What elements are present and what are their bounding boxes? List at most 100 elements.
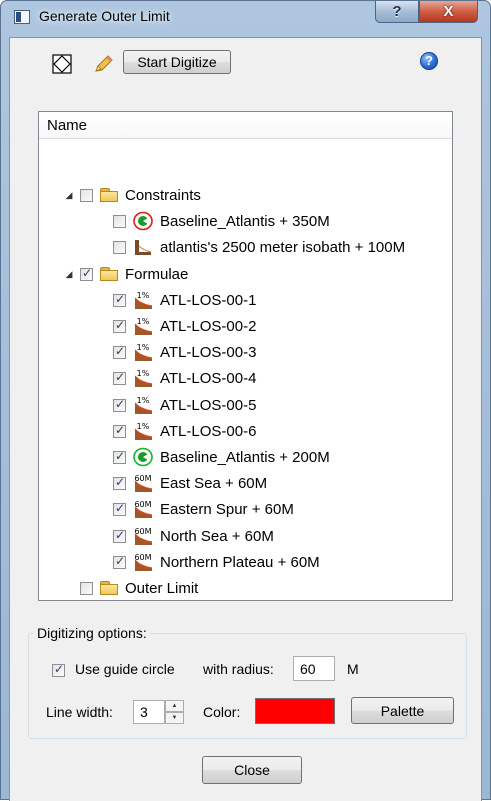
item-checkbox[interactable] [113,423,126,438]
item-checkbox[interactable] [113,501,126,516]
tree-item-row[interactable]: 60M East Sea + 60M [113,470,267,496]
expander-placeholder [64,583,74,593]
group-checkbox[interactable] [80,188,93,202]
formula-percent-icon: 1% [133,421,153,441]
radius-unit-label: M [347,661,359,677]
item-label: atlantis's 2500 meter isobath + 100M [160,238,406,256]
svg-text:60M: 60M [134,527,151,536]
svg-text:1%: 1% [137,396,150,405]
item-checkbox[interactable] [113,344,126,359]
with-radius-label: with radius: [203,661,274,677]
svg-text:1%: 1% [137,317,150,326]
tree-group-row[interactable]: ◢ Formulae [64,261,189,287]
item-label: ATL-LOS-00-1 [160,291,257,309]
folder-icon [100,581,118,595]
help-icon[interactable]: ? [420,52,438,70]
radius-input[interactable]: 60 [293,656,335,681]
folder-icon [100,188,118,202]
close-button[interactable]: Close [202,756,302,784]
item-label: ATL-LOS-00-4 [160,369,257,387]
formula-60m-icon: 60M [133,499,153,519]
formula-percent-icon: 1% [133,316,153,336]
tree-item-row[interactable]: 1% ATL-LOS-00-3 [113,339,256,365]
title-bar[interactable]: Generate Outer Limit ? X [1,1,490,37]
item-checkbox[interactable] [113,214,126,228]
expand-arrow-icon[interactable]: ◢ [64,269,74,279]
line-width-input[interactable]: 3 [133,700,165,724]
tree-item-row[interactable]: Baseline_Atlantis + 350M [113,208,330,234]
item-label: Eastern Spur + 60M [160,500,294,518]
tree-group-row[interactable]: ◢ Constraints [64,182,201,208]
item-label: ATL-LOS-00-5 [160,396,257,414]
formula-60m-icon: 60M [133,552,153,572]
item-label: East Sea + 60M [160,474,268,492]
formula-percent-icon: 1% [133,290,153,310]
use-guide-circle-label: Use guide circle [75,661,175,677]
item-label: ATL-LOS-00-2 [160,317,257,335]
svg-text:1%: 1% [137,291,150,300]
title-help-button[interactable]: ? [375,1,419,23]
tree-item-row[interactable]: 1% ATL-LOS-00-5 [113,392,256,418]
isobath-icon [133,237,153,257]
window-title: Generate Outer Limit [39,8,170,24]
tree-header[interactable]: Name [39,112,452,139]
item-label: Baseline_Atlantis + 350M [160,212,330,230]
item-checkbox[interactable] [113,318,126,333]
tree-item-row[interactable]: Baseline_Atlantis + 200M [113,444,330,470]
item-checkbox[interactable] [113,240,126,254]
use-guide-circle-checkbox[interactable] [52,662,65,677]
color-label: Color: [203,704,241,720]
svg-text:60M: 60M [134,474,151,483]
item-label: ATL-LOS-00-6 [160,422,257,440]
pencil-icon[interactable] [92,54,114,74]
item-checkbox[interactable] [113,528,126,543]
item-checkbox[interactable] [113,449,126,464]
palette-button[interactable]: Palette [351,697,454,724]
digitizing-options-legend: Digitizing options: [34,625,150,641]
item-checkbox[interactable] [113,292,126,307]
tree-item-row[interactable]: 60M Northern Plateau + 60M [113,549,320,575]
line-width-label: Line width: [46,704,113,720]
svg-text:1%: 1% [137,369,150,378]
svg-text:60M: 60M [134,553,151,562]
folder-icon [100,267,118,281]
item-checkbox[interactable] [113,554,126,569]
tree-item-row[interactable]: 1% ATL-LOS-00-1 [113,287,256,313]
tree-group-row[interactable]: Outer Limit [64,575,198,601]
line-width-spinner[interactable]: ▲ ▼ [165,700,184,724]
svg-text:1%: 1% [137,422,150,431]
formula-60m-icon: 60M [133,473,153,493]
svg-text:60M: 60M [134,500,151,509]
color-swatch[interactable] [255,698,335,724]
item-checkbox[interactable] [113,475,126,490]
tree-item-row[interactable]: 60M Eastern Spur + 60M [113,496,294,522]
tree-item-row[interactable]: 1% ATL-LOS-00-2 [113,313,256,339]
item-label: North Sea + 60M [160,527,274,545]
group-checkbox[interactable] [80,581,93,595]
tree-item-row[interactable]: 1% ATL-LOS-00-6 [113,418,256,444]
group-checkbox[interactable] [80,266,93,281]
expand-arrow-icon[interactable]: ◢ [64,190,74,200]
group-label: Outer Limit [125,579,199,597]
diamond-square-icon[interactable] [52,54,72,74]
group-label: Formulae [125,265,189,283]
app-icon [14,10,30,24]
item-checkbox[interactable] [113,397,126,412]
baseline-red-icon [133,211,153,231]
formula-percent-icon: 1% [133,368,153,388]
item-checkbox[interactable] [113,370,126,385]
baseline-green-icon [133,447,153,467]
spin-down-icon[interactable]: ▼ [165,712,184,724]
group-label: Constraints [125,186,201,204]
formula-percent-icon: 1% [133,342,153,362]
spin-up-icon[interactable]: ▲ [165,700,184,712]
item-label: Baseline_Atlantis + 200M [160,448,330,466]
formula-percent-icon: 1% [133,395,153,415]
tree-item-row[interactable]: 1% ATL-LOS-00-4 [113,365,256,391]
start-digitize-button[interactable]: Start Digitize [123,50,231,74]
formula-60m-icon: 60M [133,526,153,546]
tree-item-row[interactable]: 60M North Sea + 60M [113,523,274,549]
tree-item-row[interactable]: atlantis's 2500 meter isobath + 100M [113,234,405,260]
item-label: ATL-LOS-00-3 [160,343,257,361]
title-close-button[interactable]: X [419,1,478,23]
